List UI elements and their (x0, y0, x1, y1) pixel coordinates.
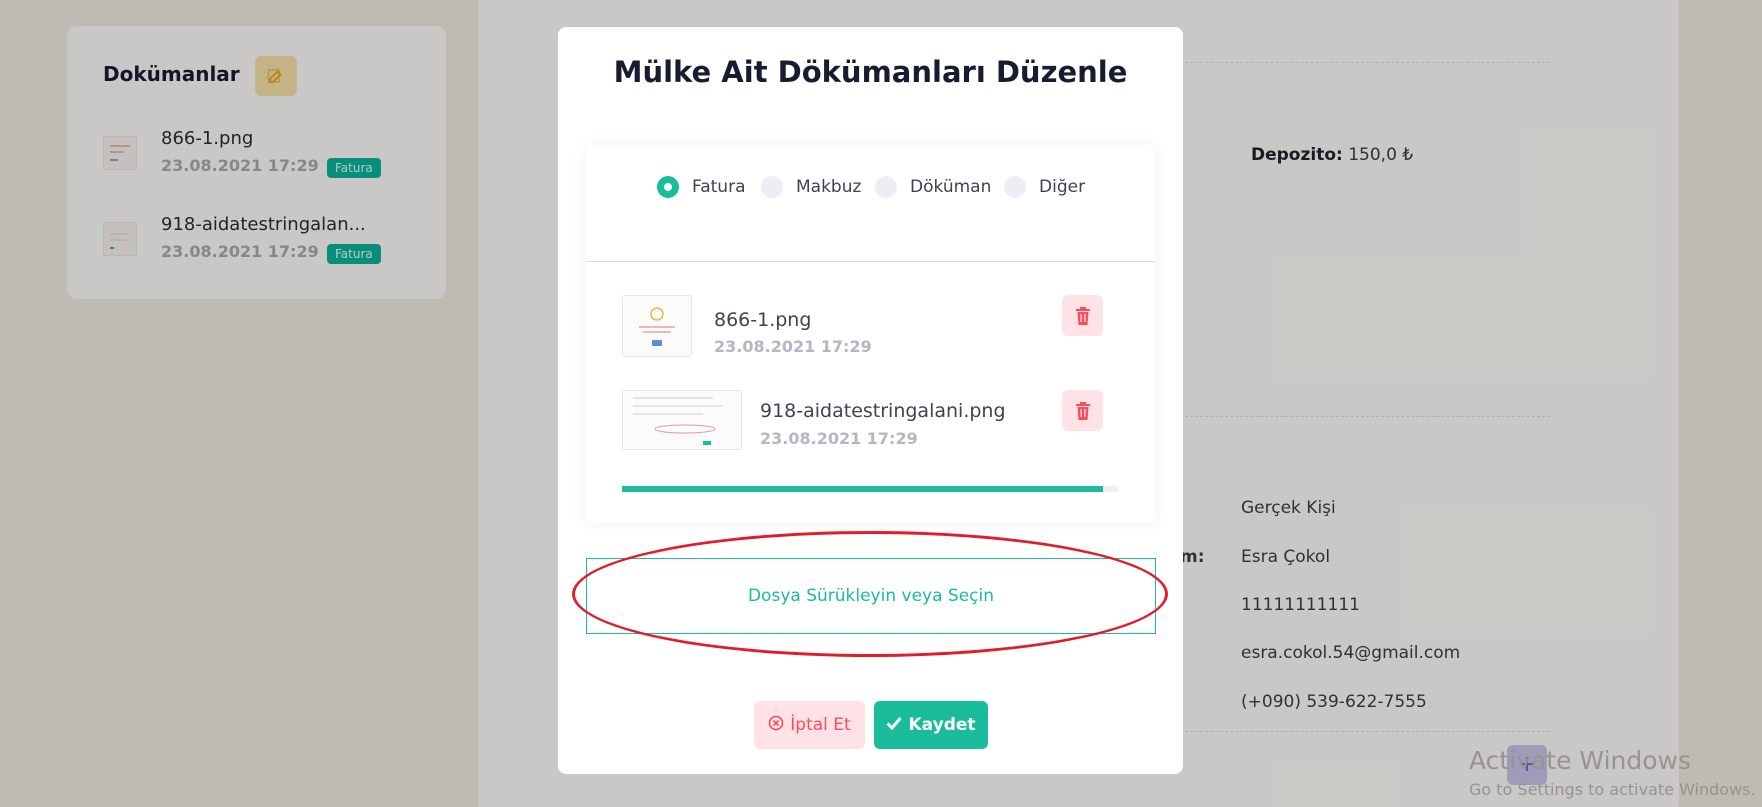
image-preview-icon (639, 307, 675, 346)
image-preview-icon (633, 397, 723, 445)
upload-progress-bar (622, 486, 1118, 492)
save-button[interactable]: Kaydet (874, 701, 988, 749)
file-date: 23.08.2021 17:29 (760, 429, 918, 448)
radio-unchecked-icon (875, 176, 897, 198)
delete-file-button[interactable] (1062, 295, 1103, 336)
document-type-card: Fatura Makbuz Döküman Diğer 866-1.png 23… (586, 145, 1155, 523)
file-thumbnail (622, 295, 692, 357)
radio-dokuman[interactable]: Döküman (875, 175, 991, 199)
file-dropzone[interactable]: Dosya Sürükleyin veya Seçin (586, 558, 1156, 634)
cancel-label: İptal Et (790, 715, 851, 735)
modal-title: Mülke Ait Dökümanları Düzenle (613, 55, 1128, 89)
radio-diger[interactable]: Diğer (1004, 175, 1085, 199)
list-item: 866-1.png 23.08.2021 17:29 (622, 295, 1117, 375)
radio-label: Fatura (692, 177, 746, 197)
file-date: 23.08.2021 17:29 (714, 337, 872, 356)
delete-file-button[interactable] (1062, 390, 1103, 431)
edit-documents-modal: Mülke Ait Dökümanları Düzenle Fatura Mak… (558, 27, 1183, 774)
document-type-radio-group: Fatura Makbuz Döküman Diğer (586, 165, 1155, 205)
radio-label: Makbuz (796, 177, 862, 197)
trash-icon (1075, 401, 1090, 420)
radio-makbuz[interactable]: Makbuz (761, 175, 861, 199)
radio-label: Diğer (1039, 177, 1086, 197)
radio-fatura[interactable]: Fatura (657, 175, 745, 199)
radio-checked-icon (657, 176, 679, 198)
list-item: 918-aidatestringalani.png 23.08.2021 17:… (622, 390, 1117, 470)
dropzone-text: Dosya Sürükleyin veya Seçin (747, 586, 995, 606)
check-icon (886, 715, 903, 735)
trash-icon (1075, 306, 1090, 325)
save-label: Kaydet (908, 715, 976, 735)
radio-unchecked-icon (761, 176, 783, 198)
cancel-button[interactable]: İptal Et (754, 701, 865, 749)
file-thumbnail (622, 390, 742, 450)
file-name: 866-1.png (714, 309, 812, 331)
radio-label: Döküman (910, 177, 992, 197)
divider (586, 261, 1155, 262)
upload-progress-fill (622, 486, 1104, 492)
file-name: 918-aidatestringalani.png (760, 400, 1006, 422)
cancel-circle-icon (768, 715, 784, 736)
radio-unchecked-icon (1004, 176, 1026, 198)
